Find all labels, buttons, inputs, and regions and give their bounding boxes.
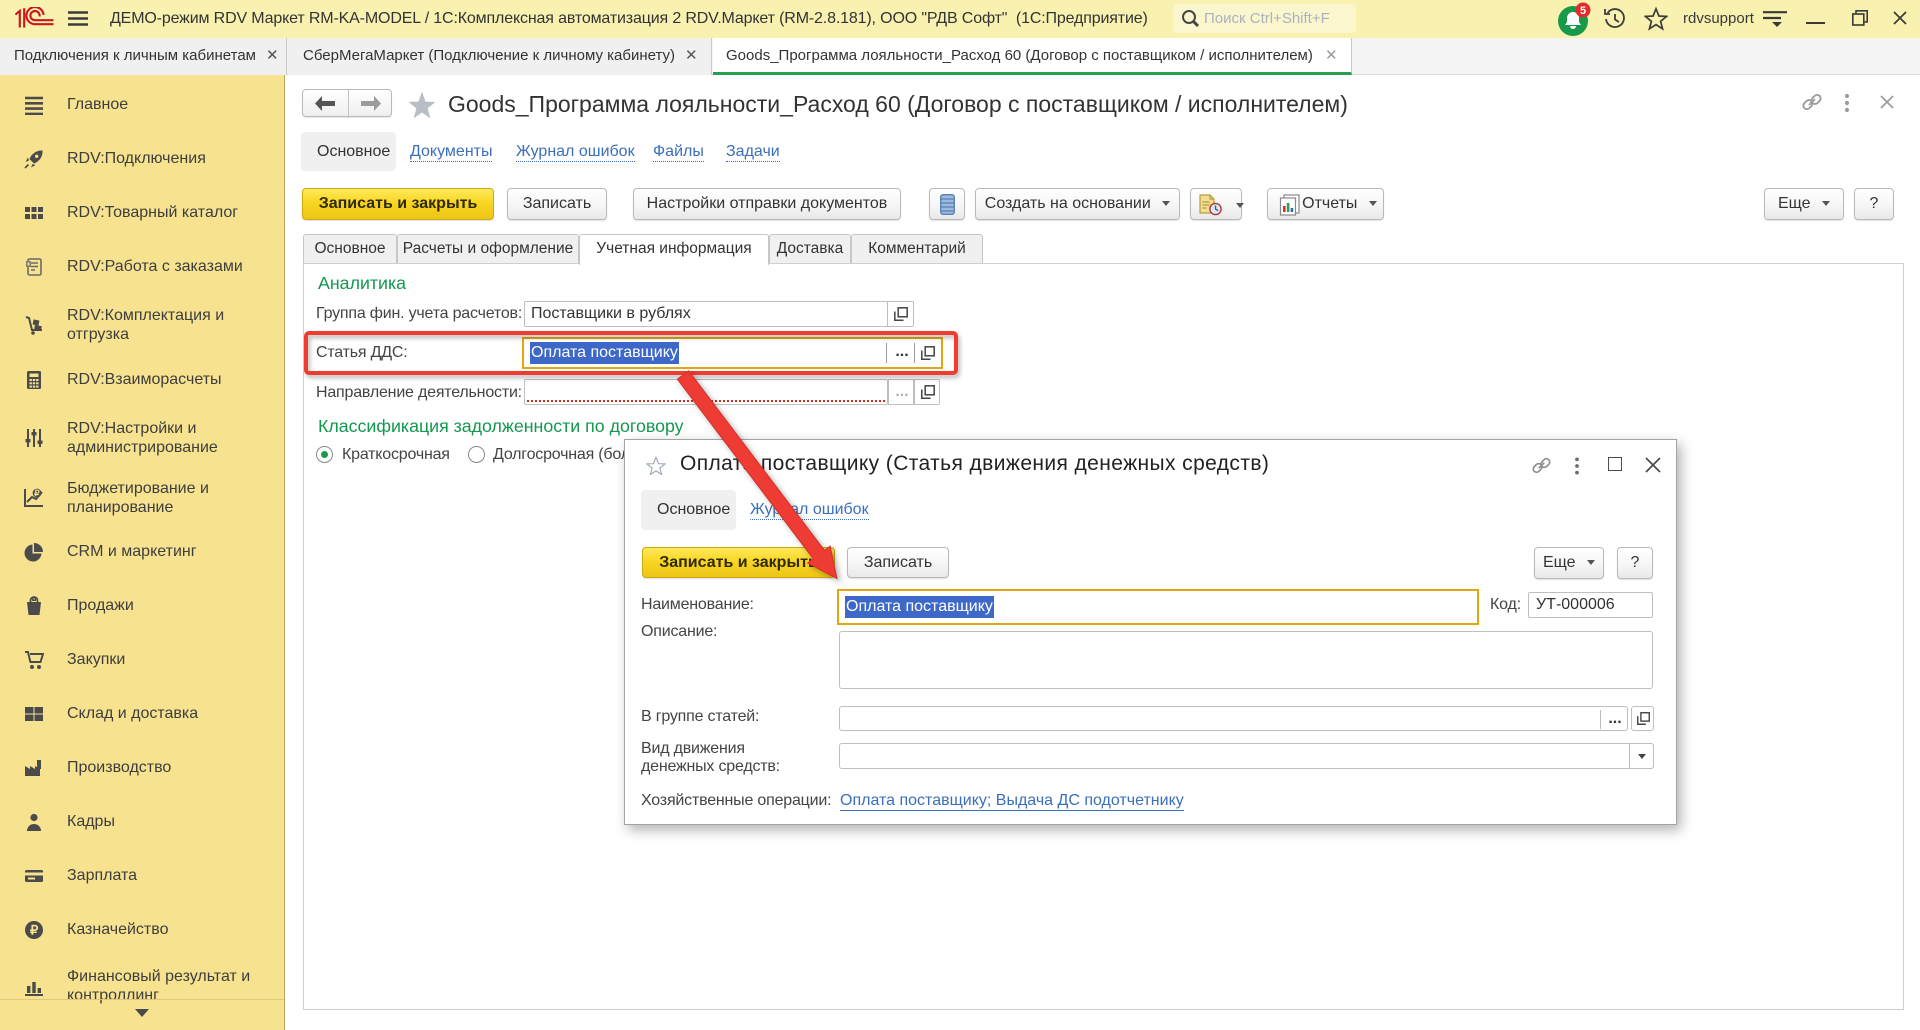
svg-text:5: 5 [1580, 5, 1586, 17]
svg-text:₽: ₽ [30, 923, 39, 938]
svg-text:₽: ₽ [34, 488, 40, 498]
